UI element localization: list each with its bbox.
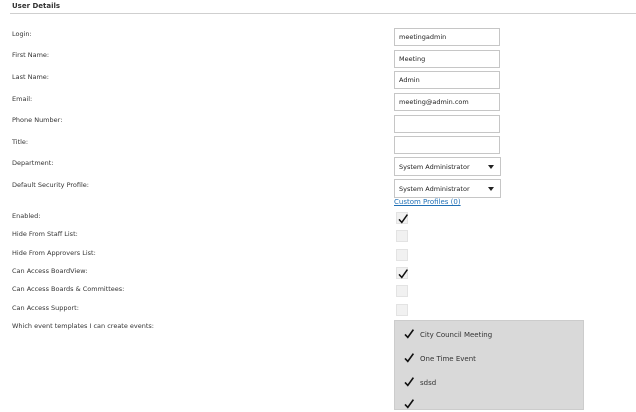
hide-staff-label: Hide From Staff List: — [12, 230, 78, 238]
event-template-label: sdsd — [420, 379, 437, 387]
section-title: User Details — [12, 2, 61, 10]
first-name-label: First Name: — [12, 51, 50, 59]
custom-profiles-link[interactable]: Custom Profiles (0) — [394, 198, 461, 206]
access-boardview-checkbox[interactable] — [396, 267, 409, 279]
checkmark-icon — [398, 269, 409, 279]
section-divider — [10, 13, 636, 14]
department-select[interactable]: System Administrator — [394, 157, 501, 176]
access-boards-label: Can Access Boards & Committees: — [12, 285, 125, 293]
phone-label: Phone Number: — [12, 116, 63, 124]
checkmark-icon — [404, 399, 415, 409]
enabled-checkbox[interactable] — [396, 212, 409, 224]
hide-approvers-checkbox[interactable] — [396, 249, 408, 261]
department-select-value: System Administrator — [399, 163, 470, 171]
chevron-down-icon — [488, 165, 494, 169]
checkmark-icon — [404, 329, 415, 339]
email-field[interactable] — [394, 93, 500, 111]
last-name-label: Last Name: — [12, 73, 49, 81]
chevron-down-icon — [488, 187, 494, 191]
checkmark-icon — [404, 377, 415, 387]
login-label: Login: — [12, 30, 32, 38]
event-templates-panel: City Council Meeting One Time Event sdsd — [394, 320, 584, 410]
access-support-checkbox[interactable] — [396, 304, 408, 316]
phone-field[interactable] — [394, 115, 500, 133]
event-template-label: City Council Meeting — [420, 331, 493, 339]
title-field[interactable] — [394, 136, 500, 154]
hide-staff-checkbox[interactable] — [396, 230, 408, 242]
access-boardview-label: Can Access BoardView: — [12, 267, 88, 275]
security-profile-label: Default Security Profile: — [12, 181, 89, 189]
checkmark-icon — [404, 353, 415, 363]
security-profile-select[interactable]: System Administrator — [394, 179, 501, 198]
enabled-label: Enabled: — [12, 212, 41, 220]
login-field[interactable] — [394, 28, 500, 46]
last-name-field[interactable] — [394, 71, 500, 89]
event-templates-label: Which event templates I can create event… — [12, 322, 155, 330]
first-name-field[interactable] — [394, 50, 500, 68]
email-label: Email: — [12, 95, 33, 103]
access-support-label: Can Access Support: — [12, 304, 79, 312]
event-template-label: One Time Event — [420, 355, 476, 363]
department-label: Department: — [12, 159, 54, 167]
hide-approvers-label: Hide From Approvers List: — [12, 249, 96, 257]
checkmark-icon — [398, 214, 409, 224]
access-boards-checkbox[interactable] — [396, 285, 408, 297]
title-label: Title: — [12, 138, 29, 146]
security-profile-select-value: System Administrator — [399, 185, 470, 193]
